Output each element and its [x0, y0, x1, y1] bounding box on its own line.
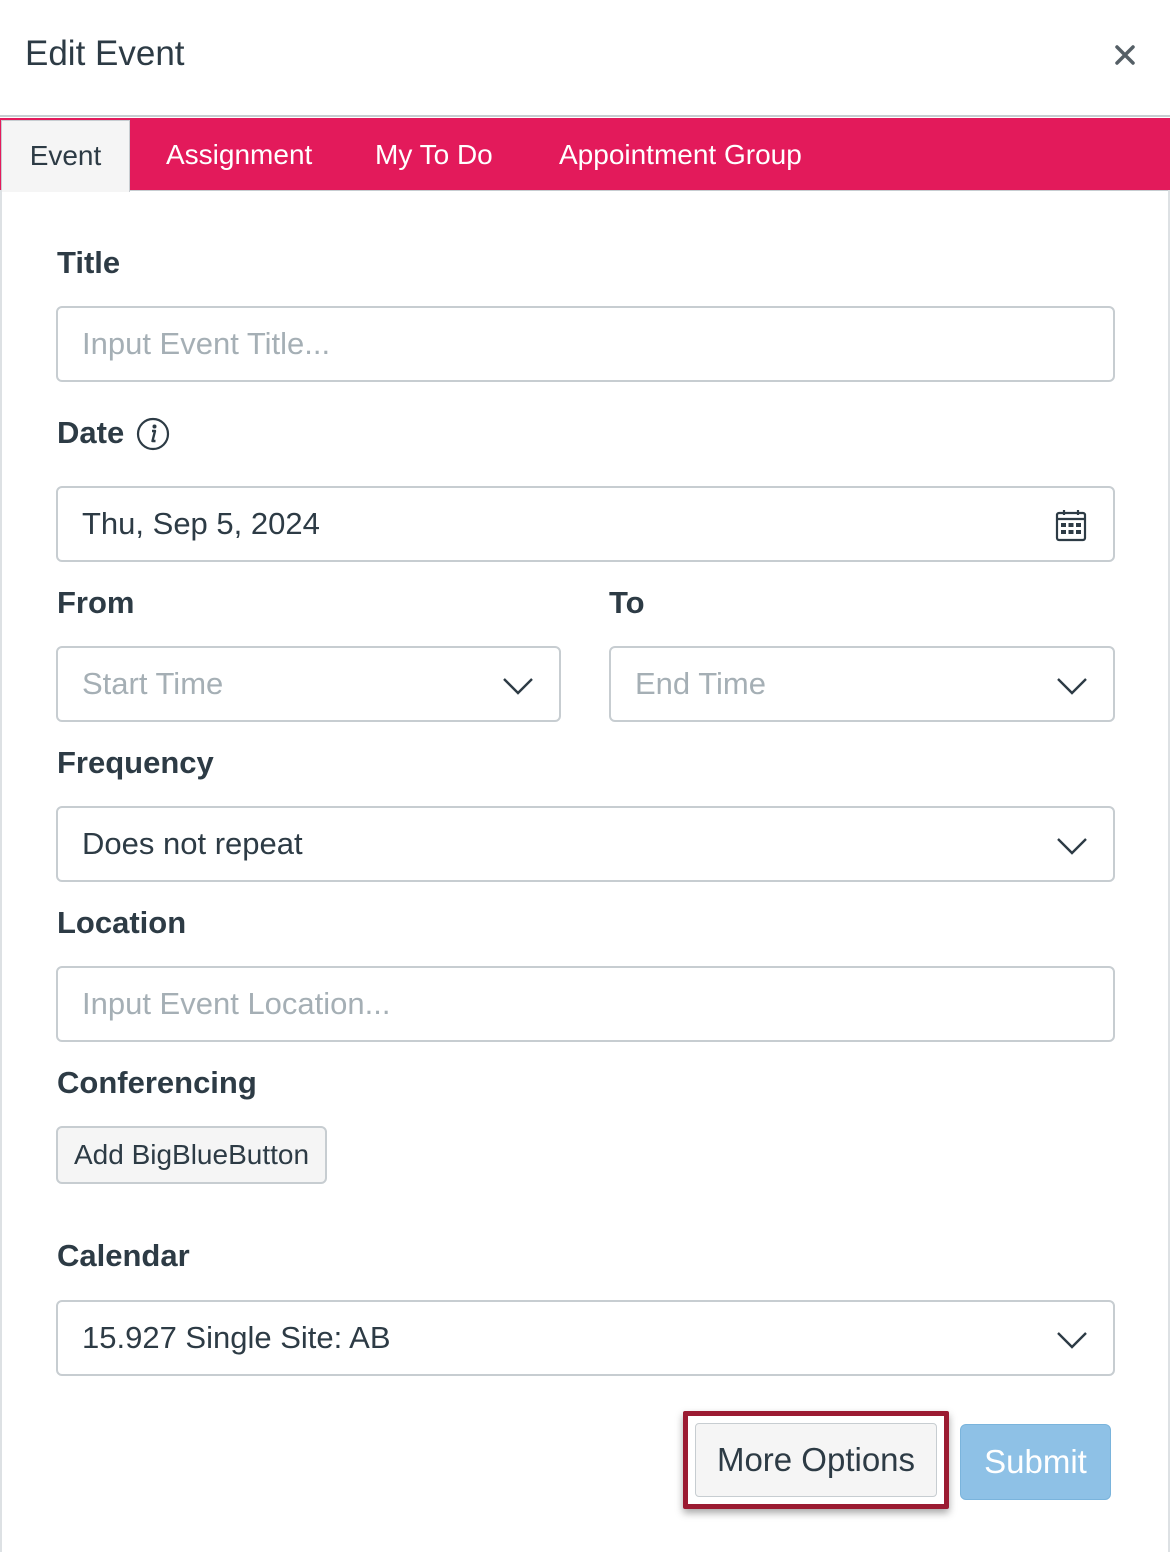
- location-input[interactable]: [82, 968, 1047, 1040]
- close-icon[interactable]: [1106, 36, 1144, 74]
- end-time-select[interactable]: End Time: [609, 646, 1115, 722]
- chevron-down-icon: [1055, 1324, 1089, 1354]
- location-field[interactable]: [56, 966, 1115, 1042]
- conferencing-label: Conferencing: [57, 1065, 257, 1100]
- title-field[interactable]: [56, 306, 1115, 382]
- dialog-header: Edit Event: [0, 0, 1170, 117]
- edit-event-dialog: Edit Event Event Assignment My To Do App…: [0, 0, 1170, 1552]
- submit-button[interactable]: Submit: [960, 1424, 1111, 1500]
- chevron-down-icon: [501, 670, 535, 700]
- tab-bar: Event Assignment My To Do Appointment Gr…: [0, 118, 1170, 192]
- title-input[interactable]: [82, 308, 1047, 380]
- tab-assignment[interactable]: Assignment: [166, 118, 312, 191]
- calendar-select[interactable]: 15.927 Single Site: AB: [56, 1300, 1115, 1376]
- date-value: Thu, Sep 5, 2024: [82, 506, 320, 541]
- dialog-title: Edit Event: [25, 34, 185, 73]
- to-label: To: [609, 585, 645, 620]
- frequency-label: Frequency: [57, 745, 214, 780]
- from-label: From: [57, 585, 135, 620]
- tab-event[interactable]: Event: [1, 120, 130, 192]
- end-time-placeholder: End Time: [635, 666, 766, 701]
- frequency-select[interactable]: Does not repeat: [56, 806, 1115, 882]
- title-label: Title: [57, 245, 121, 280]
- chevron-down-icon: [1055, 670, 1089, 700]
- location-label: Location: [57, 905, 187, 940]
- calendar-label: Calendar: [57, 1238, 190, 1273]
- more-options-button[interactable]: More Options: [695, 1423, 937, 1497]
- date-label: Date: [57, 415, 125, 450]
- tab-my-to-do[interactable]: My To Do: [375, 118, 493, 191]
- add-bigbluebutton-button[interactable]: Add BigBlueButton: [56, 1126, 327, 1184]
- date-field[interactable]: Thu, Sep 5, 2024: [56, 486, 1115, 562]
- start-time-placeholder: Start Time: [82, 666, 224, 701]
- chevron-down-icon: [1055, 830, 1089, 860]
- frequency-value: Does not repeat: [82, 826, 303, 861]
- start-time-select[interactable]: Start Time: [56, 646, 561, 722]
- tab-appointment-group[interactable]: Appointment Group: [559, 118, 802, 191]
- calendar-value: 15.927 Single Site: AB: [82, 1320, 391, 1355]
- info-icon[interactable]: [136, 417, 170, 451]
- calendar-icon[interactable]: [1055, 508, 1087, 542]
- content-border: [0, 190, 2, 1552]
